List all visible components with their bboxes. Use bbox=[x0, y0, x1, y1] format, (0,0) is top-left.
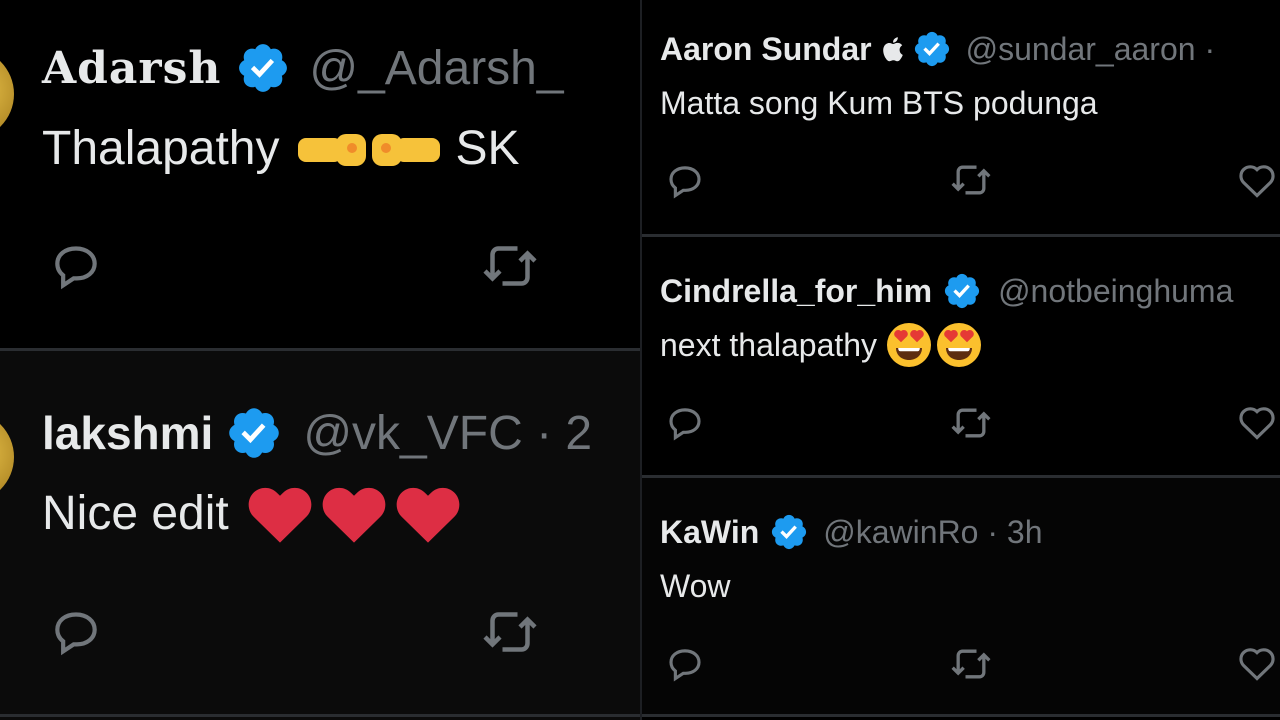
right-panel: Aaron Sundar @sundar_aaron · Matta song … bbox=[640, 0, 1280, 720]
like-icon[interactable] bbox=[1234, 643, 1280, 685]
author-handle[interactable]: @kawinRo · 3h bbox=[823, 514, 1042, 551]
reply-icon[interactable] bbox=[662, 160, 708, 202]
reply-icon[interactable] bbox=[662, 402, 708, 444]
author-handle[interactable]: @vk_VFC · 2 bbox=[303, 406, 592, 461]
fist-bump-icon bbox=[297, 134, 366, 166]
red-heart-icon bbox=[322, 487, 386, 543]
heart-eyes-icon bbox=[937, 323, 982, 367]
author-handle[interactable]: @_Adarsh_ bbox=[309, 41, 563, 96]
left-panel: Adarsh @_Adarsh_ Thalapathy SK lakshmi @… bbox=[0, 0, 640, 720]
author-name[interactable]: lakshmi bbox=[42, 406, 213, 460]
author-name[interactable]: Cindrella_for_him bbox=[660, 273, 932, 310]
tweet-divider bbox=[0, 714, 640, 717]
verified-badge-icon bbox=[914, 31, 949, 67]
retweet-icon[interactable] bbox=[946, 642, 996, 686]
verified-badge-icon bbox=[772, 514, 807, 550]
tweet-text: Thalapathy SK bbox=[42, 118, 520, 178]
verified-badge-icon bbox=[239, 44, 288, 92]
author-name[interactable]: Adarsh bbox=[42, 43, 221, 94]
tweet-text-main: Wow bbox=[660, 567, 731, 604]
like-icon[interactable] bbox=[1234, 160, 1280, 202]
avatar[interactable] bbox=[0, 48, 14, 140]
verified-badge-icon bbox=[944, 273, 980, 309]
author-handle[interactable]: @notbeinghuma bbox=[998, 273, 1233, 310]
tweet-aaron-sundar[interactable]: Aaron Sundar @sundar_aaron · Matta song … bbox=[642, 0, 1280, 234]
tweet-text-main: Nice edit bbox=[42, 486, 229, 540]
tweet-kawin[interactable]: KaWin @kawinRo · 3h Wow bbox=[642, 478, 1280, 714]
avatar[interactable] bbox=[0, 411, 14, 503]
author-handle[interactable]: @sundar_aaron · bbox=[966, 31, 1216, 68]
like-icon[interactable] bbox=[1234, 402, 1280, 444]
reply-icon[interactable] bbox=[44, 604, 108, 660]
author-name[interactable]: Aaron Sundar bbox=[660, 31, 872, 68]
tweet-text: Nice edit bbox=[42, 481, 463, 545]
retweet-icon[interactable] bbox=[946, 158, 996, 202]
retweet-icon[interactable] bbox=[474, 602, 546, 662]
tweet-cindrella[interactable]: Cindrella_for_him @notbeinghuma next tha… bbox=[642, 237, 1280, 475]
retweet-icon[interactable] bbox=[946, 401, 996, 445]
apple-icon bbox=[882, 37, 903, 62]
tweet-adarsh[interactable]: Adarsh @_Adarsh_ Thalapathy SK bbox=[0, 0, 640, 348]
author-name[interactable]: KaWin bbox=[660, 514, 759, 551]
verified-badge-icon bbox=[229, 408, 280, 458]
tweet-lakshmi[interactable]: lakshmi @vk_VFC · 2 Nice edit bbox=[0, 351, 640, 720]
tweet-text: Matta song Kum BTS podunga bbox=[660, 82, 1098, 124]
tweet-text-main: Thalapathy bbox=[42, 121, 280, 175]
tweet-divider bbox=[642, 714, 1280, 717]
heart-eyes-icon bbox=[887, 323, 932, 367]
fist-bump-icon bbox=[371, 134, 440, 166]
tweet-text: next thalapathy bbox=[660, 321, 983, 369]
tweet-text-main: next thalapathy bbox=[660, 326, 878, 363]
tweet-text: Wow bbox=[660, 564, 731, 608]
red-heart-icon bbox=[396, 487, 460, 543]
reply-icon[interactable] bbox=[662, 643, 708, 685]
reply-icon[interactable] bbox=[44, 238, 108, 294]
tweet-text-suffix: SK bbox=[455, 121, 520, 175]
tweet-text-main: Matta song Kum BTS podunga bbox=[660, 84, 1098, 121]
retweet-icon[interactable] bbox=[474, 236, 546, 296]
red-heart-icon bbox=[248, 487, 312, 543]
